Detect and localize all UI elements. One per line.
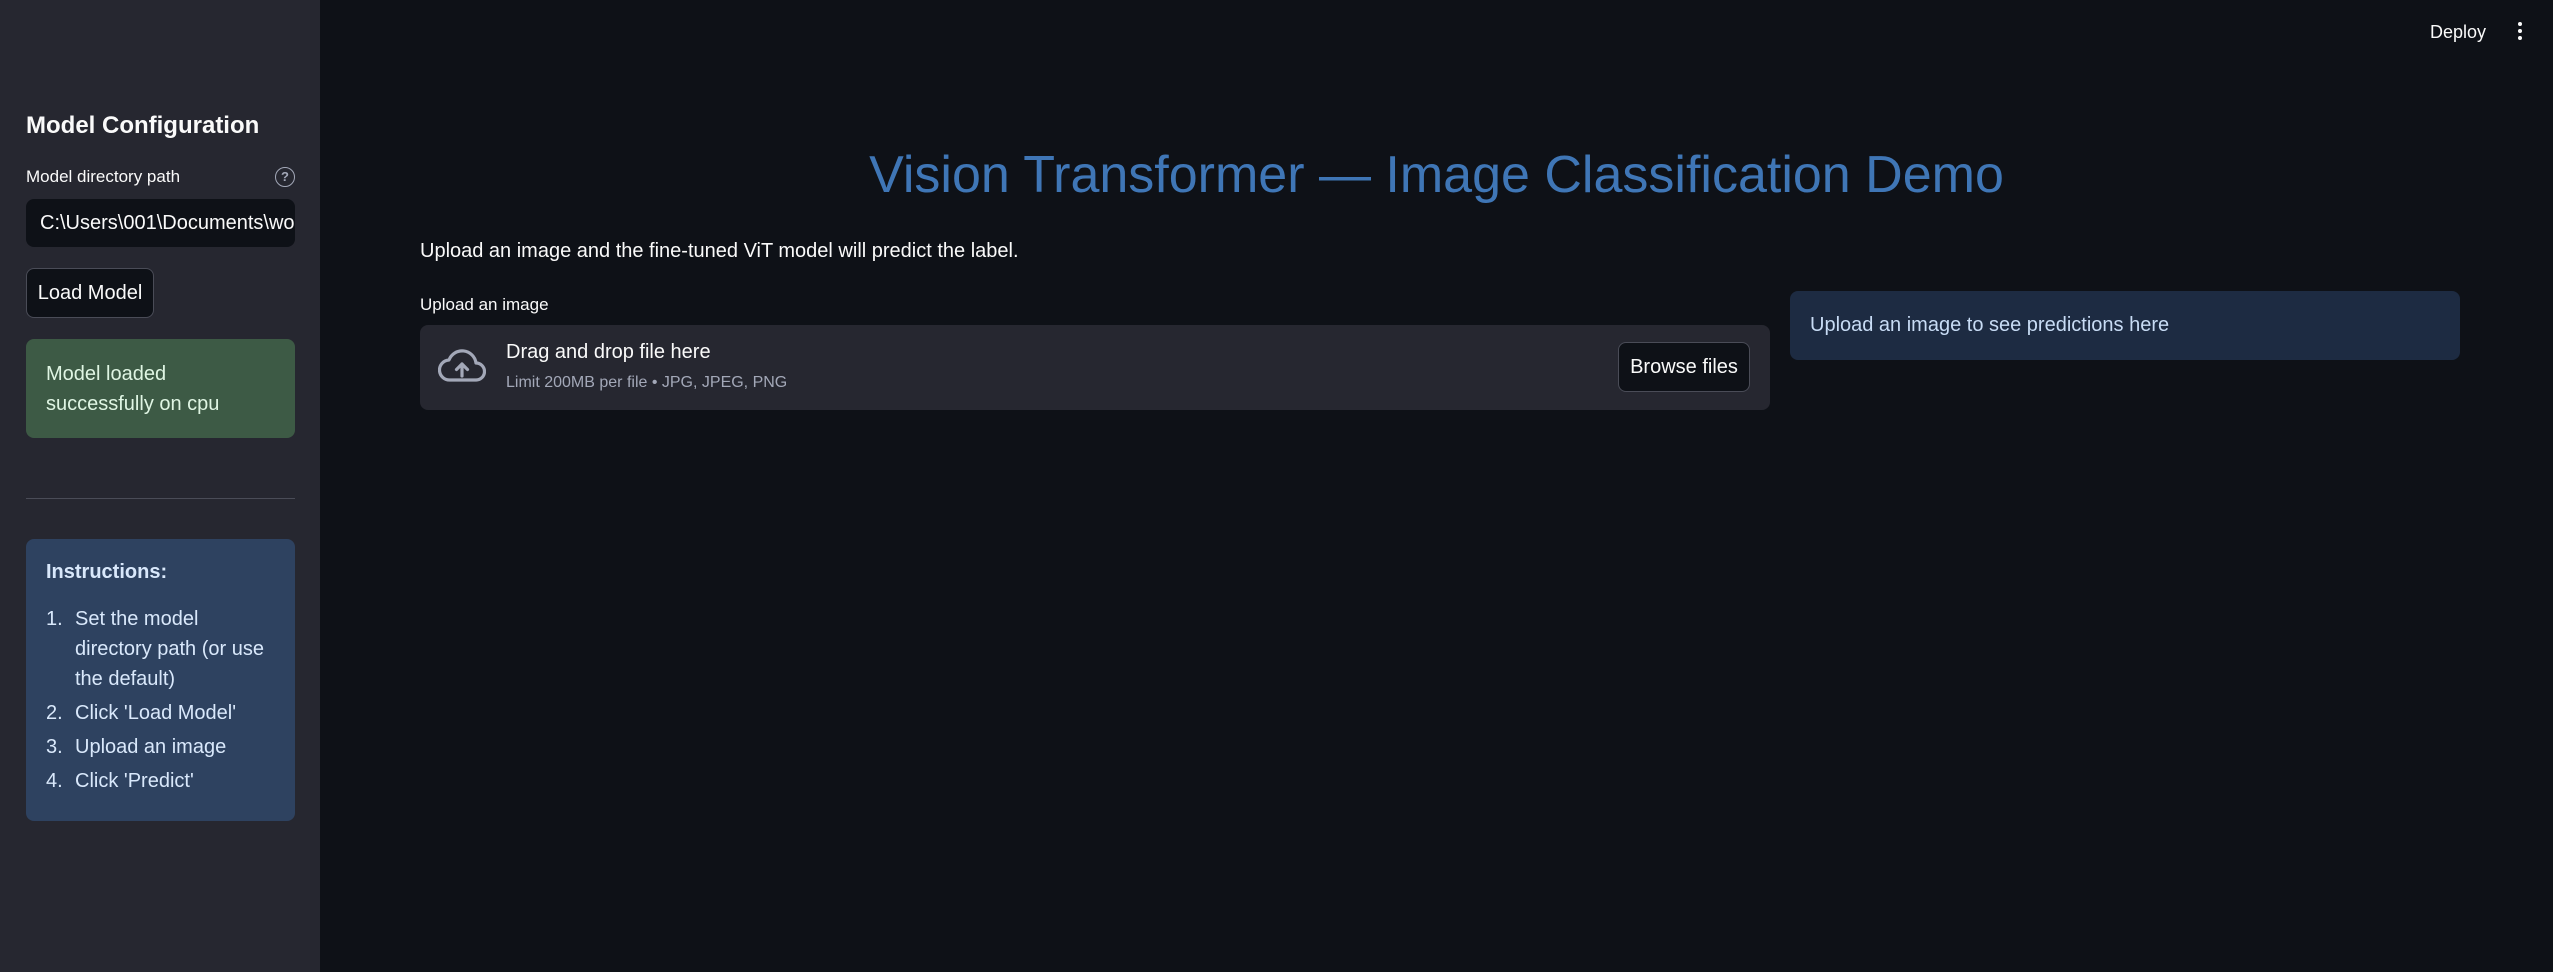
sidebar: Model Configuration Model directory path… <box>0 0 320 972</box>
instruction-item: 4. Click 'Predict' <box>46 766 275 796</box>
dropzone-limit: Limit 200MB per file • JPG, JPEG, PNG <box>506 374 788 391</box>
instruction-text: Upload an image <box>75 736 227 758</box>
instructions-list: 1. Set the model directory path (or use … <box>46 604 275 796</box>
model-dir-input[interactable]: C:\Users\001\Documents\wo <box>26 199 295 247</box>
instruction-number: 4. <box>46 770 63 792</box>
instruction-text: Click 'Load Model' <box>75 702 237 724</box>
instruction-number: 1. <box>46 608 63 630</box>
instructions-box: Instructions: 1. Set the model directory… <box>26 539 295 821</box>
instruction-item: 1. Set the model directory path (or use … <box>46 604 275 694</box>
prediction-info: Upload an image to see predictions here <box>1790 291 2460 360</box>
sidebar-divider <box>26 498 295 499</box>
instruction-number: 3. <box>46 736 63 758</box>
instruction-item: 3. Upload an image <box>46 732 275 762</box>
help-circle-icon[interactable]: ? <box>275 167 295 187</box>
page-subtitle: Upload an image and the fine-tuned ViT m… <box>420 240 1019 262</box>
instruction-number: 2. <box>46 702 63 724</box>
deploy-button[interactable]: Deploy <box>2430 22 2486 43</box>
instruction-text: Click 'Predict' <box>75 770 194 792</box>
upload-label: Upload an image <box>420 295 549 314</box>
cloud-upload-icon <box>438 349 486 382</box>
app-root: Model Configuration Model directory path… <box>0 0 2553 972</box>
instruction-item: 2. Click 'Load Model' <box>46 698 275 728</box>
instructions-title: Instructions: <box>46 561 168 583</box>
kebab-menu-icon[interactable] <box>2514 22 2526 46</box>
success-alert: Model loaded successfully on cpu <box>26 339 295 438</box>
model-dir-label: Model directory path <box>26 167 181 186</box>
dropzone-text: Drag and drop file here <box>506 341 711 363</box>
file-dropzone[interactable]: Drag and drop file here Limit 200MB per … <box>420 325 1770 410</box>
page-title: Vision Transformer — Image Classificatio… <box>869 146 2004 204</box>
browse-files-button[interactable]: Browse files <box>1618 342 1750 392</box>
load-model-button[interactable]: Load Model <box>26 268 154 318</box>
sidebar-title: Model Configuration <box>26 112 260 139</box>
instruction-text: Set the model directory path (or use the… <box>75 608 264 690</box>
